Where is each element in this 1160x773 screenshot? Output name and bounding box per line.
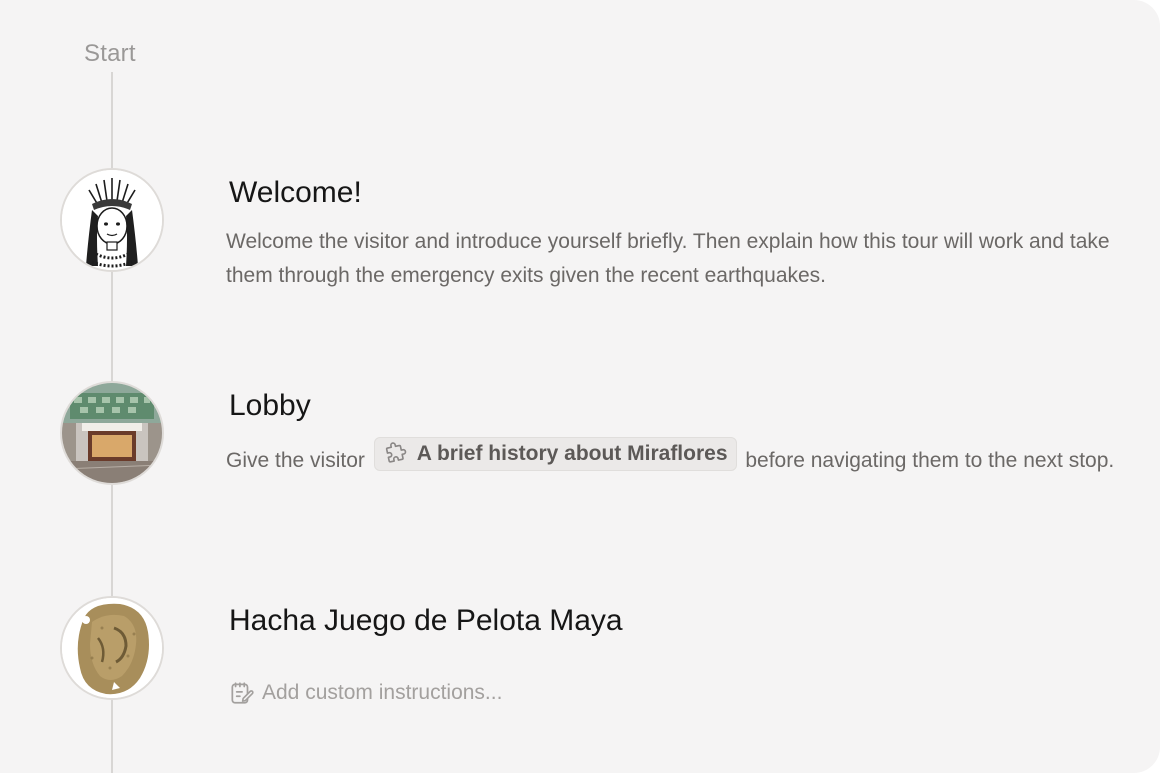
step-avatar-welcome[interactable] <box>60 168 164 272</box>
timeline-start-label: Start <box>84 40 136 67</box>
add-custom-instructions-label: Add custom instructions... <box>262 681 503 704</box>
tour-steps-panel: Start Welcome! Welcome the visitor and i… <box>0 0 1160 773</box>
puzzle-icon <box>385 442 406 463</box>
step-title-welcome[interactable]: Welcome! <box>229 176 362 210</box>
step-title-hacha[interactable]: Hacha Juego de Pelota Maya <box>229 604 623 638</box>
lobby-photo-image <box>62 383 162 483</box>
add-custom-instructions-button[interactable]: Add custom instructions... <box>228 680 502 706</box>
knowledge-chip[interactable]: A brief history about Miraflores <box>373 437 737 471</box>
step-avatar-lobby[interactable] <box>60 381 164 485</box>
guide-illustration-image <box>62 170 162 270</box>
artifact-photo-image <box>62 598 162 698</box>
step-description-lobby[interactable]: Give the visitor A brief history about M… <box>226 437 1126 478</box>
step-avatar-hacha[interactable] <box>60 596 164 700</box>
step-description-lobby-before: Give the visitor <box>226 449 365 472</box>
step-description-lobby-after: before navigating them to the next stop. <box>745 449 1115 472</box>
step-description-welcome[interactable]: Welcome the visitor and introduce yourse… <box>226 225 1126 293</box>
knowledge-chip-label: A brief history about Miraflores <box>416 442 728 465</box>
note-edit-icon <box>231 682 254 704</box>
step-title-lobby[interactable]: Lobby <box>229 389 311 423</box>
